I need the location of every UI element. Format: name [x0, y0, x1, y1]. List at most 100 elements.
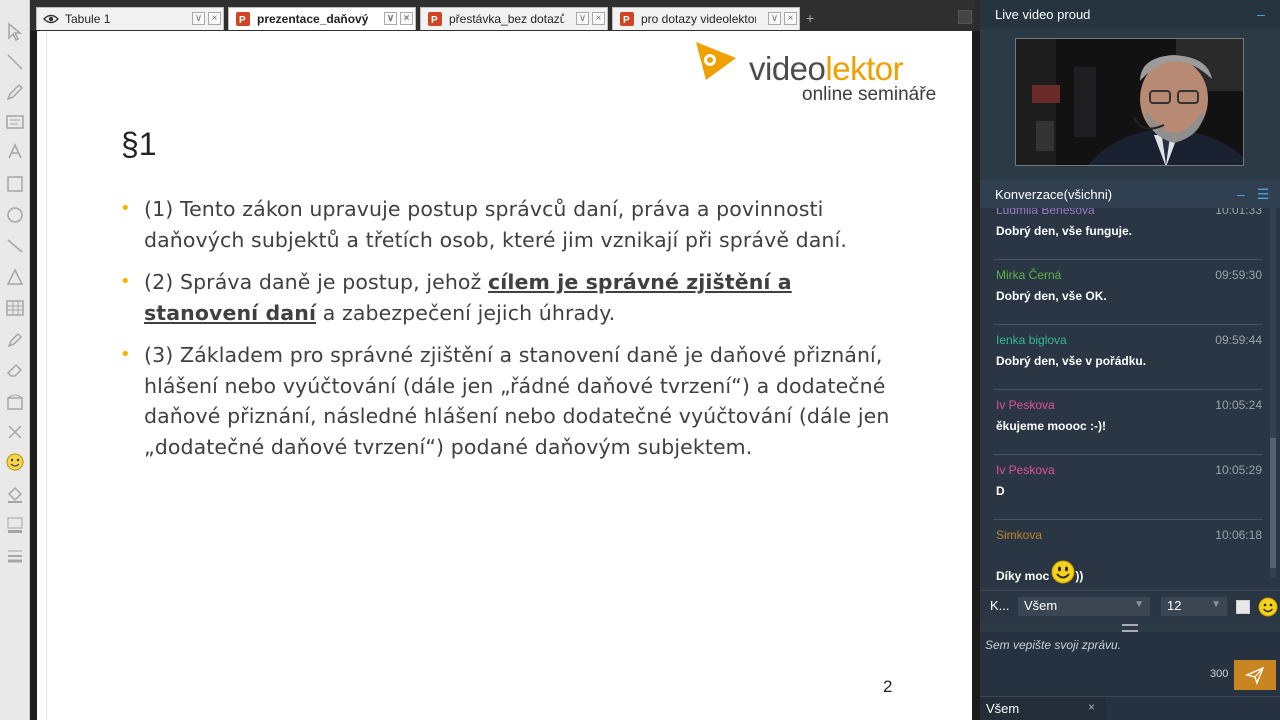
message-text: Dobrý den, vše OK. [996, 289, 1107, 303]
bullet-text: (1) Tento zákon upravuje postup správců … [144, 197, 847, 252]
chat-message-input[interactable]: Sem vepište svoji zprávu. 300 [980, 632, 1280, 696]
bullet-marker: • [120, 198, 131, 219]
clear-page-icon[interactable] [5, 392, 25, 412]
pencil-icon[interactable] [5, 82, 25, 102]
bullet-item: • (1) Tento zákon upravuje postup správců… [120, 194, 900, 255]
tab-minimize-button[interactable]: ∨ [192, 12, 205, 25]
tab-label: pro dotazy videolektor [641, 12, 756, 26]
bullet-marker: • [120, 271, 131, 292]
bullet-item: • (3) Základem pro správné zjištění a sta… [120, 340, 900, 462]
tab-minimize-button[interactable]: ∨ [384, 12, 397, 25]
chat-panel-header: Konverzace(všichni) – ☰ [980, 180, 1280, 209]
message-text-part: )) [1075, 569, 1084, 583]
bullet-text: a zabezpečení jejich úhrady. [316, 300, 616, 325]
svg-text:P: P [623, 15, 630, 26]
line-color-icon[interactable] [5, 515, 25, 535]
chat-message: Iv Peskova 10:05:29 D [994, 455, 1262, 520]
line-tool-icon[interactable] [5, 52, 25, 72]
message-text: Díky moc)) [996, 560, 1083, 584]
highlighter-icon[interactable] [5, 330, 25, 350]
triangle-icon[interactable] [5, 267, 25, 287]
slide-bullet-list: • (1) Tento zákon upravuje postup správců… [120, 194, 900, 474]
smiley-icon[interactable] [5, 452, 25, 472]
powerpoint-icon: P [427, 12, 443, 26]
message-time: 10:06:18 [1215, 528, 1262, 542]
smiley-icon [1051, 560, 1075, 584]
video-panel-title: Live video proud [995, 7, 1091, 22]
slide-page-number: 2 [883, 677, 893, 696]
minimize-icon[interactable]: – [1254, 7, 1268, 22]
chat-scrollbar-thumb[interactable] [1270, 438, 1276, 568]
font-size-select[interactable]: 12 ▼ [1161, 597, 1227, 616]
tab-questions[interactable]: P pro dotazy videolektor ∨ × [612, 7, 800, 30]
logo-word-lektor: lektor [825, 50, 904, 87]
svg-text:P: P [239, 15, 246, 26]
rectangle-icon[interactable] [5, 174, 25, 194]
menu-icon[interactable]: ☰ [1256, 187, 1270, 202]
add-tab-button[interactable]: + [806, 10, 814, 26]
tab-presentation-tax[interactable]: P prezentace_daňový ∨ × [228, 7, 416, 30]
chat-message: Mirka Černá 09:59:30 Dobrý den, vše OK. [994, 260, 1262, 325]
emoji-picker-icon[interactable] [1258, 597, 1278, 617]
slide-margin [37, 31, 47, 720]
message-author: Simkova [996, 528, 1043, 542]
text-tool-icon[interactable] [5, 142, 25, 162]
bullet-text: (3) Základem pro správné zjištění a stan… [144, 343, 890, 459]
close-icon[interactable]: × [1088, 700, 1095, 714]
text-box-icon[interactable] [5, 112, 25, 132]
message-placeholder: Sem vepište svoji zprávu. [985, 638, 1122, 652]
tab-close-button[interactable]: × [592, 12, 605, 25]
message-author: Ludmila Benešová [996, 208, 1095, 217]
tab-label: přestávka_bez dotazů [449, 12, 564, 26]
message-author: Iv Peskova [996, 463, 1055, 477]
logo-tagline: online semináře [802, 84, 937, 105]
pointer-icon[interactable] [5, 22, 25, 42]
tab-list-dropdown[interactable] [958, 10, 972, 24]
character-count: 300 [1210, 668, 1229, 680]
message-author: Mirka Černá [996, 268, 1062, 282]
chat-message: Iv Peskova 10:05:24 ěkujeme moooc :-)! [994, 390, 1262, 455]
tab-break[interactable]: P přestávka_bez dotazů ∨ × [420, 7, 608, 30]
powerpoint-icon: P [235, 12, 251, 26]
recipient-select[interactable]: Všem ▼ [1018, 597, 1150, 616]
straight-line-icon[interactable] [5, 236, 25, 256]
bullet-item: • (2) Správa daně je postup, jehož cílem … [120, 267, 900, 328]
table-icon[interactable] [5, 298, 25, 318]
presentation-slide: videolektor online semináře §1 • (1) Tent… [37, 31, 972, 720]
tab-minimize-button[interactable]: ∨ [576, 12, 589, 25]
chat-compose-options: K... Všem ▼ 12 ▼ [980, 590, 1280, 622]
minimize-icon[interactable]: – [1234, 187, 1248, 202]
message-text: D [996, 484, 1005, 498]
chat-message-list: Ludmila Benešová 10:01:33 Dobrý den, vše… [980, 208, 1280, 588]
tab-label: Tabule 1 [65, 12, 111, 26]
message-author: Iv Peskova [996, 398, 1055, 412]
tab-whiteboard[interactable]: Tabule 1 ∨ × [36, 7, 224, 30]
stage-border [972, 31, 980, 720]
bullet-text: (2) Správa daně je postup, jehož [144, 270, 489, 294]
send-button[interactable] [1234, 660, 1276, 690]
ellipse-icon[interactable] [5, 205, 25, 225]
chat-panel-title: Konverzace(všichni) [995, 187, 1113, 202]
chat-message: Ienka biglova 09:59:44 Dobrý den, vše v … [994, 325, 1262, 390]
resize-grip[interactable] [1122, 624, 1138, 632]
chat-message: Ludmila Benešová 10:01:33 Dobrý den, vše… [994, 208, 1262, 260]
eraser-icon[interactable] [5, 360, 25, 380]
slide-title: §1 [121, 126, 157, 162]
videolektor-logo: videolektor online semináře [694, 40, 944, 105]
chat-message: Simkova 10:06:18 Díky moc)) [994, 520, 1262, 585]
chat-scrollbar[interactable] [1270, 208, 1276, 578]
message-text: ěkujeme moooc :-)! [996, 419, 1107, 433]
recipient-label: K... [990, 598, 1010, 613]
tab-close-button[interactable]: × [208, 12, 221, 25]
chevron-down-icon: ▼ [1134, 599, 1144, 610]
tab-label: Všem [986, 701, 1020, 716]
format-checkbox[interactable] [1236, 600, 1250, 614]
fill-bucket-icon[interactable] [5, 484, 25, 504]
logo-word-video: video [749, 50, 826, 87]
tab-close-button[interactable]: × [400, 12, 413, 25]
tab-minimize-button[interactable]: ∨ [768, 12, 781, 25]
line-width-icon[interactable] [5, 545, 25, 565]
message-time: 09:59:30 [1215, 268, 1262, 282]
clear-all-icon[interactable] [5, 422, 25, 442]
tab-close-button[interactable]: × [784, 12, 797, 25]
